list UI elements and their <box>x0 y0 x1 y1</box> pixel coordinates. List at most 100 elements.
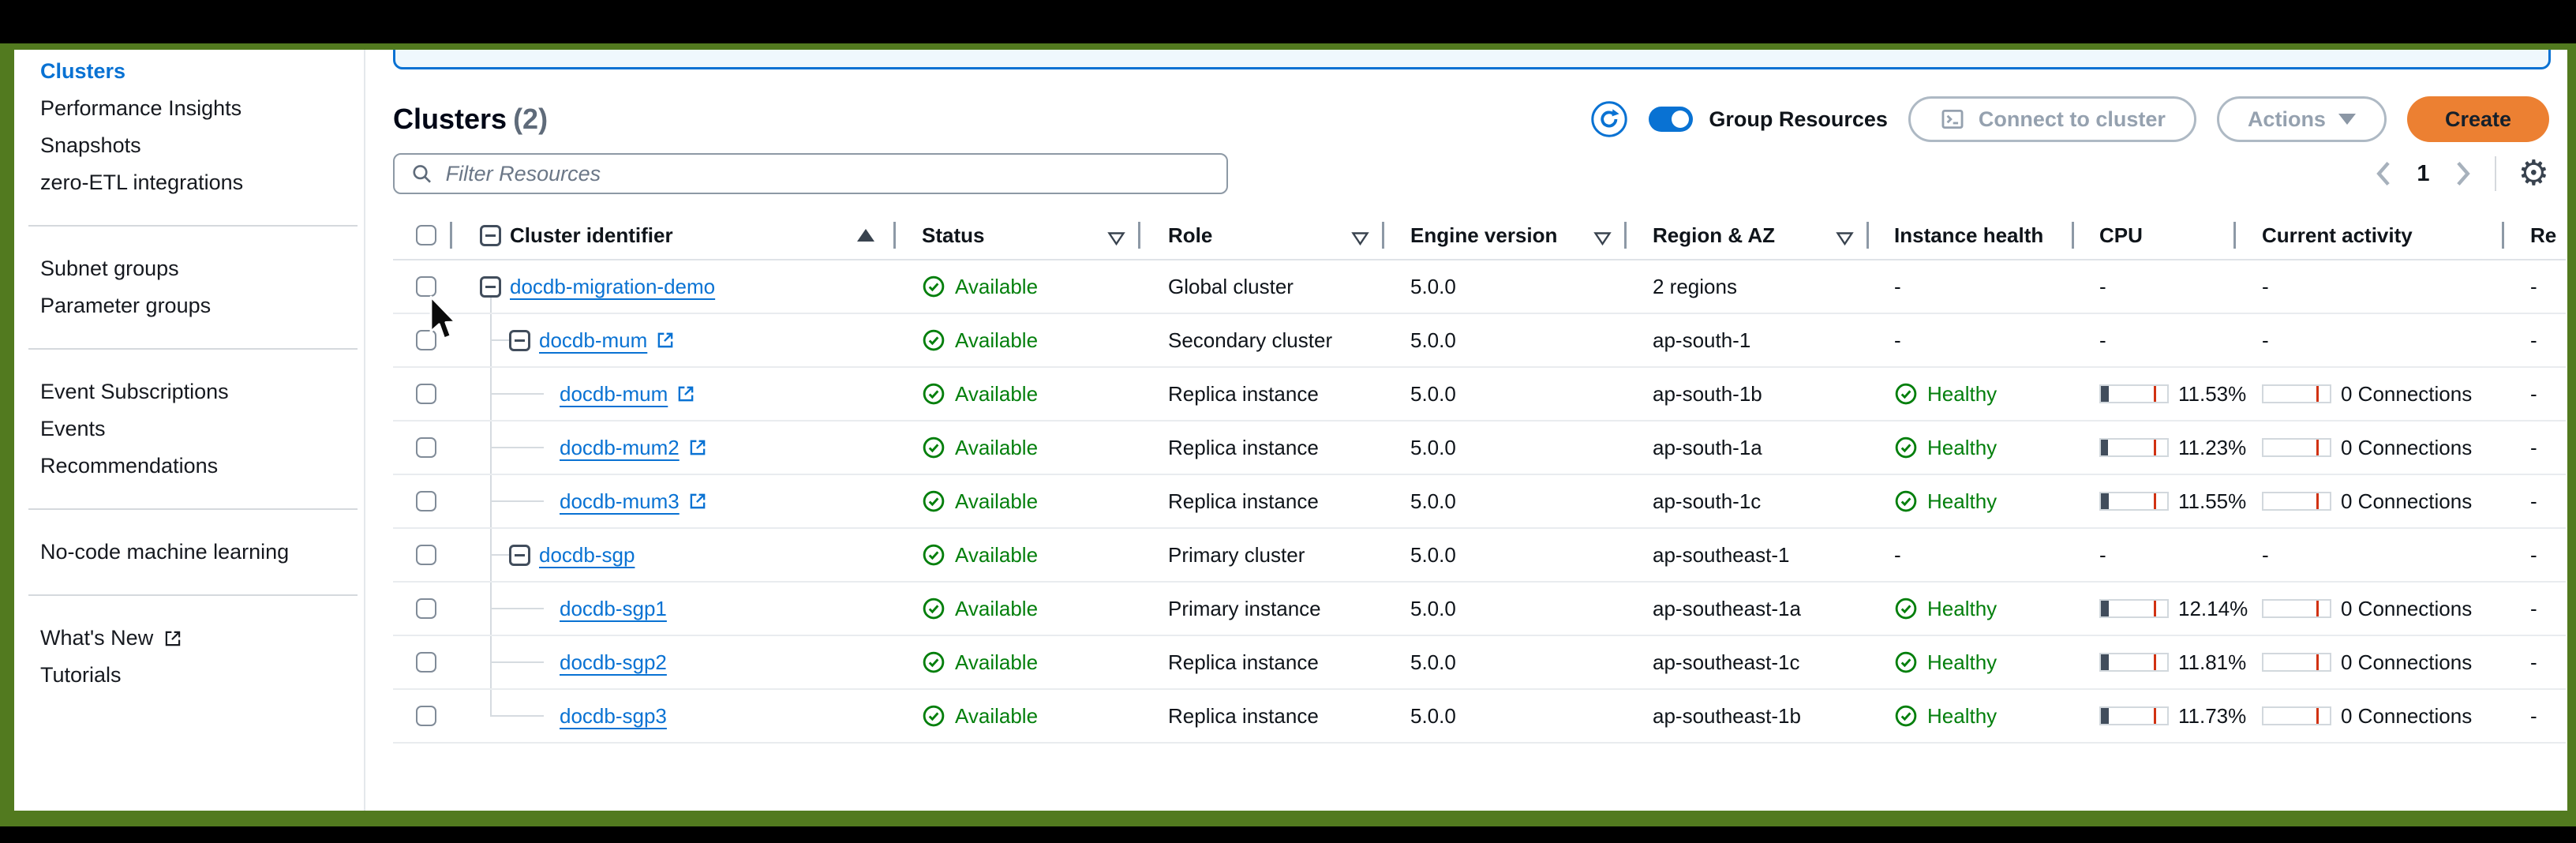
recent-events-cell: - <box>2502 314 2566 366</box>
row-checkbox[interactable] <box>416 545 436 565</box>
collapse-all-icon[interactable] <box>480 225 501 246</box>
status-cell: Available <box>893 368 1138 420</box>
row-checkbox[interactable] <box>416 598 436 619</box>
previous-page-button[interactable] <box>2374 160 2394 187</box>
row-checkbox[interactable] <box>416 437 436 458</box>
cpu-meter <box>2099 599 2169 618</box>
sidebar-item-label: Recommendations <box>40 455 218 477</box>
sidebar-item-recommendations[interactable]: Recommendations <box>14 448 364 485</box>
group-resources-toggle[interactable] <box>1649 107 1693 132</box>
cluster-link[interactable]: docdb-mum <box>560 382 668 407</box>
engine-version-value: 5.0.0 <box>1410 328 1456 353</box>
cpu-cell: - <box>2072 314 2233 366</box>
sidebar-item-event-subscriptions[interactable]: Event Subscriptions <box>14 373 364 410</box>
sidebar-item-performance-insights[interactable]: Performance Insights <box>14 90 364 127</box>
sidebar-item-snapshots[interactable]: Snapshots <box>14 127 364 164</box>
row-checkbox[interactable] <box>416 491 436 511</box>
external-link-icon[interactable] <box>687 437 708 458</box>
row-checkbox[interactable] <box>416 652 436 673</box>
sidebar-item-clusters[interactable]: Clusters <box>14 53 364 90</box>
meter-threshold-tick <box>2154 654 2156 670</box>
chevron-left-icon <box>2374 160 2394 187</box>
cluster-link[interactable]: docdb-sgp2 <box>560 650 667 675</box>
cluster-link[interactable]: docdb-sgp <box>539 543 635 568</box>
empty-value: - <box>2530 275 2537 299</box>
refresh-button[interactable] <box>1590 100 1628 138</box>
cluster-link[interactable]: docdb-mum <box>539 328 647 353</box>
sidebar-item-subnet-groups[interactable]: Subnet groups <box>14 250 364 287</box>
tree-elbow-line <box>490 554 511 556</box>
search-icon <box>410 162 433 185</box>
filter-icon[interactable] <box>1351 227 1369 252</box>
filter-input[interactable] <box>444 161 1211 187</box>
sidebar-item-label: zero-ETL integrations <box>40 172 243 193</box>
filter-icon[interactable] <box>1836 227 1854 252</box>
row-checkbox[interactable] <box>416 276 436 297</box>
external-link-icon[interactable] <box>687 491 708 511</box>
engine-version-value: 5.0.0 <box>1410 275 1456 299</box>
role-value: Replica instance <box>1168 704 1319 729</box>
external-link-icon[interactable] <box>655 330 676 350</box>
health-healthy: Healthy <box>1894 704 1997 729</box>
sidebar-item-events[interactable]: Events <box>14 410 364 448</box>
collapse-row-icon[interactable] <box>509 545 530 566</box>
cpu-meter <box>2099 438 2169 457</box>
empty-value: - <box>2262 543 2269 568</box>
row-checkbox[interactable] <box>416 330 436 350</box>
current-page[interactable]: 1 <box>2417 161 2429 187</box>
row-checkbox[interactable] <box>416 384 436 404</box>
sidebar-item-no-code-machine-learning[interactable]: No-code machine learning <box>14 534 364 571</box>
meter-threshold-tick <box>2316 493 2319 509</box>
instance-health-cell: - <box>1866 529 2072 581</box>
role-cell: Replica instance <box>1138 422 1382 474</box>
filter-icon[interactable] <box>1593 227 1612 252</box>
collapse-row-icon[interactable] <box>480 276 501 298</box>
status-ok-icon <box>922 650 945 674</box>
health-healthy: Healthy <box>1894 436 1997 460</box>
sidebar-item-tutorials[interactable]: Tutorials <box>14 657 364 694</box>
cpu-meter <box>2099 653 2169 672</box>
tree-elbow-line <box>490 500 544 502</box>
connections-meter <box>2262 653 2331 672</box>
region-az-value: ap-south-1a <box>1653 436 1762 460</box>
cluster-link[interactable]: docdb-sgp3 <box>560 704 667 729</box>
sidebar-item-zero-etl-integrations[interactable]: zero-ETL integrations <box>14 164 364 201</box>
external-link-icon[interactable] <box>676 384 696 404</box>
next-page-button[interactable] <box>2452 160 2473 187</box>
cluster-link[interactable]: docdb-sgp1 <box>560 597 667 621</box>
select-all-checkbox[interactable] <box>416 225 436 245</box>
table-row-docdb-sgp-5: docdb-sgpAvailablePrimary cluster5.0.0ap… <box>393 529 2566 583</box>
instance-health-cell: Healthy <box>1866 475 2072 527</box>
health-healthy-label: Healthy <box>1927 436 1997 460</box>
row-checkbox[interactable] <box>416 706 436 726</box>
connect-to-cluster-button[interactable]: Connect to cluster <box>1908 96 2196 142</box>
engine-version-value: 5.0.0 <box>1410 382 1456 407</box>
role-value: Global cluster <box>1168 275 1294 299</box>
cluster-link[interactable]: docdb-mum2 <box>560 436 680 460</box>
recent-events-cell: - <box>2502 475 2566 527</box>
cluster-link[interactable]: docdb-migration-demo <box>510 275 715 299</box>
health-healthy: Healthy <box>1894 489 1997 514</box>
filter-search-box[interactable] <box>393 153 1228 194</box>
collapse-row-icon[interactable] <box>509 330 530 351</box>
role-value: Replica instance <box>1168 650 1319 675</box>
cluster-link[interactable]: docdb-mum3 <box>560 489 680 514</box>
sidebar-item-label: Events <box>40 418 106 440</box>
region-az-value: ap-southeast-1c <box>1653 650 1799 675</box>
sidebar-item-parameter-groups[interactable]: Parameter groups <box>14 287 364 324</box>
filter-icon[interactable] <box>1107 227 1125 252</box>
role-value: Replica instance <box>1168 436 1319 460</box>
create-button[interactable]: Create <box>2407 96 2549 142</box>
column-header-status: Status <box>893 212 1138 259</box>
sort-ascending-icon[interactable] <box>857 229 874 242</box>
table-preferences-gear-icon[interactable]: ⚙ <box>2518 156 2549 191</box>
chevron-right-icon <box>2452 160 2473 187</box>
role-cell: Replica instance <box>1138 636 1382 688</box>
current-activity-cell: 0 Connections <box>2233 368 2502 420</box>
clusters-table: Cluster identifierStatusRoleEngine versi… <box>393 212 2566 744</box>
empty-value: - <box>2099 275 2106 299</box>
sidebar-item-what-s-new[interactable]: What's New <box>14 620 364 657</box>
recent-events-cell: - <box>2502 368 2566 420</box>
actions-button[interactable]: Actions <box>2217 96 2387 142</box>
status-cell: Available <box>893 636 1138 688</box>
